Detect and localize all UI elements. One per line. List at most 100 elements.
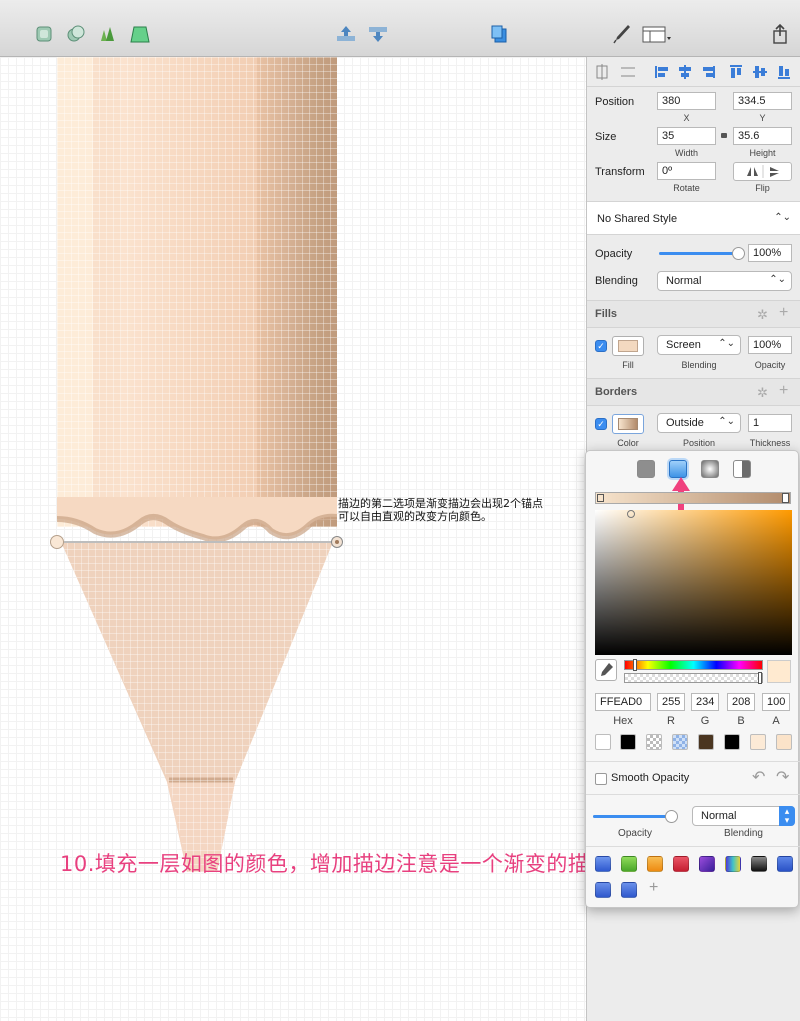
red-field[interactable]: 255 xyxy=(657,693,685,711)
radial-gradient-button[interactable] xyxy=(701,460,719,478)
gradient-opacity-slider[interactable] xyxy=(593,810,678,823)
solid-fill-button[interactable] xyxy=(637,460,655,478)
width-field[interactable]: 35 xyxy=(657,127,716,145)
gradient-stops-bar[interactable] xyxy=(595,492,791,504)
intersect-icon[interactable] xyxy=(96,22,120,46)
preset-blue[interactable] xyxy=(595,856,611,872)
swatch-brown[interactable] xyxy=(698,734,714,750)
mirror-icon[interactable] xyxy=(488,22,512,46)
chevron-updown-icon: ▴ ▾ xyxy=(779,806,795,826)
gradient-blending-caption: Blending xyxy=(724,828,763,839)
position-y-field[interactable]: 334.5 xyxy=(733,92,792,110)
position-label: Position xyxy=(595,96,635,108)
opacity-slider-fill xyxy=(659,252,739,255)
preset-blue-3[interactable] xyxy=(595,882,611,898)
hue-slider-knob[interactable] xyxy=(633,659,637,671)
gradient-stop-end[interactable] xyxy=(782,493,789,503)
pencil-body-grid xyxy=(57,57,337,527)
smooth-opacity-label: Smooth Opacity xyxy=(611,772,690,784)
preset-blue-4[interactable] xyxy=(621,882,637,898)
height-field[interactable]: 35.6 xyxy=(733,127,792,145)
shared-style-select[interactable]: No Shared Style ⌃⌄ xyxy=(587,201,800,235)
export-icon[interactable] xyxy=(768,22,792,46)
pen-icon[interactable] xyxy=(610,22,634,46)
borders-title: Borders xyxy=(595,386,638,398)
gear-icon[interactable]: ✲ xyxy=(757,385,768,401)
alpha-field[interactable]: 100 xyxy=(762,693,790,711)
current-color-swatch xyxy=(767,660,791,683)
redo-icon[interactable]: ↷ xyxy=(776,767,789,787)
fill-opacity-field[interactable]: 100% xyxy=(748,336,792,354)
preset-green[interactable] xyxy=(621,856,637,872)
alpha-slider-knob[interactable] xyxy=(758,672,762,684)
red-caption: R xyxy=(667,715,675,727)
union-icon[interactable] xyxy=(32,22,56,46)
swatch-cream[interactable] xyxy=(750,734,766,750)
add-preset-icon[interactable]: + xyxy=(649,879,658,897)
view-icon[interactable] xyxy=(642,22,674,46)
flip-buttons[interactable] xyxy=(733,162,792,181)
hue-slider[interactable] xyxy=(624,659,763,671)
add-fill-icon[interactable]: + xyxy=(779,304,788,322)
undo-icon[interactable]: ↶ xyxy=(752,767,765,787)
opacity-slider[interactable] xyxy=(659,247,745,260)
saturation-brightness-field[interactable] xyxy=(595,510,792,655)
preset-orange[interactable] xyxy=(647,856,663,872)
gradient-stop-start[interactable] xyxy=(597,494,604,502)
lock-icon[interactable] xyxy=(721,133,727,138)
borders-header: Borders ✲ + xyxy=(587,378,800,406)
hex-field[interactable]: FFEAD0 xyxy=(595,693,651,711)
swatch-transparent[interactable] xyxy=(646,734,662,750)
gear-icon[interactable]: ✲ xyxy=(757,307,768,323)
border-position-caption: Position xyxy=(682,438,716,448)
border-thickness-field[interactable]: 1 xyxy=(748,414,792,432)
swatch-white[interactable] xyxy=(595,734,611,750)
popover-divider xyxy=(586,761,800,762)
border-thickness-caption: Thickness xyxy=(749,438,791,448)
alignment-icons[interactable] xyxy=(587,57,800,87)
angular-gradient-button[interactable] xyxy=(733,460,751,478)
opacity-field[interactable]: 100% xyxy=(748,244,792,262)
gradient-start-handle[interactable] xyxy=(50,535,64,549)
green-field[interactable]: 234 xyxy=(691,693,719,711)
preset-black[interactable] xyxy=(751,856,767,872)
gradient-blending-select[interactable]: Normal ▴ ▾ xyxy=(692,806,795,826)
move-forward-icon[interactable] xyxy=(334,22,358,46)
color-field-cursor[interactable] xyxy=(627,510,635,518)
swatch-black-2[interactable] xyxy=(724,734,740,750)
difference-icon[interactable] xyxy=(128,22,152,46)
chevron-updown-icon: ⌃⌄ xyxy=(718,416,735,427)
smooth-opacity-checkbox[interactable] xyxy=(595,773,607,785)
swatch-peach[interactable] xyxy=(776,734,792,750)
fill-color-swatch xyxy=(618,340,638,352)
annotation-note: 描边的第二选项是渐变描边会出现2个锚点 可以自由直观的改变方向颜色。 xyxy=(338,497,543,523)
preset-spectrum[interactable] xyxy=(725,856,741,872)
fills-header: Fills ✲ + xyxy=(587,300,800,328)
add-border-icon[interactable]: + xyxy=(779,382,788,400)
fill-enabled-checkbox[interactable]: ✓ xyxy=(595,340,607,352)
gradient-end-handle[interactable] xyxy=(331,536,343,548)
flip-caption: Flip xyxy=(755,183,770,193)
gradient-blending-value: Normal xyxy=(701,810,737,822)
opacity-slider-knob[interactable] xyxy=(732,247,745,260)
blue-field[interactable]: 208 xyxy=(727,693,755,711)
move-backward-icon[interactable] xyxy=(366,22,390,46)
alpha-slider[interactable] xyxy=(624,672,763,684)
preset-blue-2[interactable] xyxy=(777,856,793,872)
swatch-black[interactable] xyxy=(620,734,636,750)
swatch-transparent-blue[interactable] xyxy=(672,734,688,750)
border-position-select[interactable]: Outside ⌃⌄ xyxy=(657,413,741,433)
fill-color-button[interactable] xyxy=(612,336,644,356)
subtract-icon[interactable] xyxy=(64,22,88,46)
border-enabled-checkbox[interactable]: ✓ xyxy=(595,418,607,430)
position-x-field[interactable]: 380 xyxy=(657,92,716,110)
rotate-field[interactable]: 0º xyxy=(657,162,716,180)
preset-purple[interactable] xyxy=(699,856,715,872)
gradient-opacity-knob[interactable] xyxy=(665,810,678,823)
eyedropper-button[interactable] xyxy=(595,659,617,681)
chevron-updown-icon: ⌃⌄ xyxy=(774,212,791,223)
preset-red[interactable] xyxy=(673,856,689,872)
border-color-button[interactable] xyxy=(612,414,644,434)
blending-select[interactable]: Normal ⌃⌄ xyxy=(657,271,792,291)
fill-blending-select[interactable]: Screen ⌃⌄ xyxy=(657,335,741,355)
